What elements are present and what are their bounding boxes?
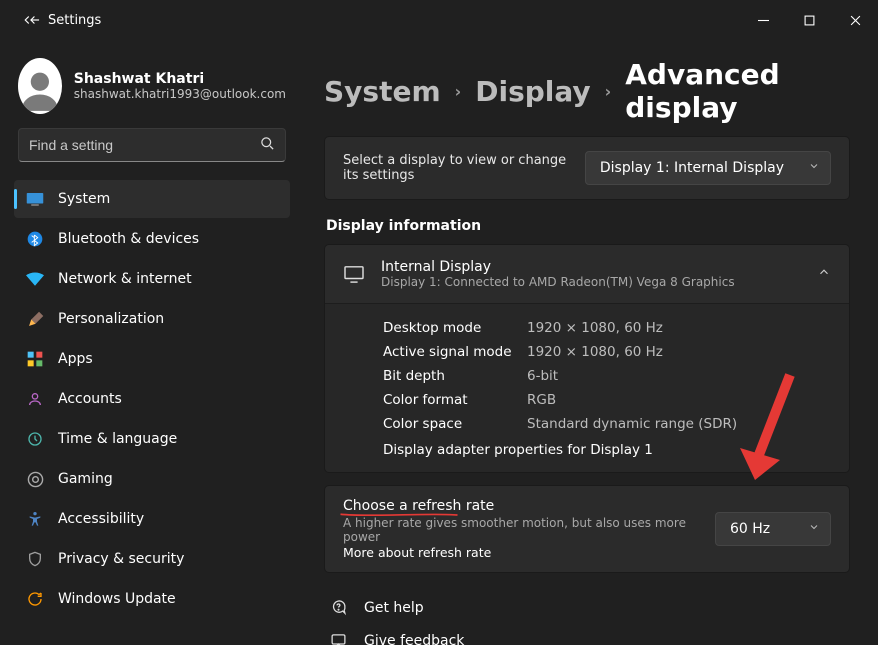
chevron-down-icon [808, 521, 820, 537]
breadcrumb: System › Display › Advanced display [324, 58, 850, 124]
bluetooth-icon [26, 230, 44, 248]
sidebar-item-gaming[interactable]: Gaming [14, 460, 290, 498]
person-icon [18, 64, 62, 114]
display-info-header[interactable]: Internal Display Display 1: Connected to… [325, 245, 849, 304]
chevron-right-icon: › [455, 82, 462, 101]
refresh-rate-more-link[interactable]: More about refresh rate [343, 545, 701, 560]
sidebar-item-apps[interactable]: Apps [14, 340, 290, 378]
refresh-rate-dropdown[interactable]: 60 Hz [715, 512, 831, 546]
sidebar-item-label: Time & language [58, 431, 177, 447]
info-row-color-format: Color format RGB [383, 388, 831, 412]
breadcrumb-display[interactable]: Display [475, 75, 590, 108]
sidebar-item-label: Gaming [58, 471, 113, 487]
display-information-heading: Display information [326, 218, 850, 234]
refresh-rate-description: A higher rate gives smoother motion, but… [343, 516, 701, 544]
gaming-icon [26, 470, 44, 488]
refresh-rate-title: Choose a refresh rate [343, 498, 494, 514]
display-selector-dropdown[interactable]: Display 1: Internal Display [585, 151, 831, 185]
chevron-down-icon [808, 160, 820, 176]
sidebar-item-privacy[interactable]: Privacy & security [14, 540, 290, 578]
sidebar-item-time-language[interactable]: Time & language [14, 420, 290, 458]
profile-block[interactable]: Shashwat Khatri shashwat.khatri1993@outl… [14, 52, 290, 128]
profile-name: Shashwat Khatri [74, 71, 286, 87]
monitor-icon [343, 265, 365, 283]
sidebar-item-system[interactable]: System [14, 180, 290, 218]
close-icon [850, 15, 861, 26]
sidebar-item-label: Privacy & security [58, 551, 184, 567]
refresh-rate-card: Choose a refresh rate A higher rate give… [324, 485, 850, 573]
display-selector-value: Display 1: Internal Display [600, 160, 784, 176]
display-info-title: Internal Display [381, 259, 801, 275]
sidebar-item-accessibility[interactable]: Accessibility [14, 500, 290, 538]
profile-email: shashwat.khatri1993@outlook.com [74, 87, 286, 101]
adapter-properties-link[interactable]: Display adapter properties for Display 1 [383, 436, 831, 458]
minimize-button[interactable] [740, 1, 786, 39]
search-input[interactable] [29, 137, 260, 153]
display-info-subtitle: Display 1: Connected to AMD Radeon(TM) V… [381, 275, 801, 289]
select-display-prompt: Select a display to view or change its s… [343, 153, 569, 183]
network-icon [26, 270, 44, 288]
give-feedback-label: Give feedback [364, 633, 464, 645]
accessibility-icon [26, 510, 44, 528]
info-row-bit-depth: Bit depth 6-bit [383, 364, 831, 388]
apps-icon [26, 350, 44, 368]
close-button[interactable] [832, 1, 878, 39]
get-help-label: Get help [364, 600, 424, 616]
sidebar-item-label: System [58, 191, 110, 207]
refresh-rate-value: 60 Hz [730, 521, 770, 537]
personalization-icon [26, 310, 44, 328]
display-info-card: Internal Display Display 1: Connected to… [324, 244, 850, 473]
arrow-left-icon [28, 13, 42, 27]
sidebar-item-label: Apps [58, 351, 93, 367]
avatar [18, 58, 62, 114]
maximize-button[interactable] [786, 1, 832, 39]
update-icon [26, 590, 44, 608]
info-row-color-space: Color space Standard dynamic range (SDR) [383, 412, 831, 436]
sidebar-item-label: Personalization [58, 311, 164, 327]
sidebar-item-label: Accounts [58, 391, 122, 407]
breadcrumb-advanced-display: Advanced display [625, 58, 850, 124]
accounts-icon [26, 390, 44, 408]
sidebar-item-label: Bluetooth & devices [58, 231, 199, 247]
sidebar-item-label: Network & internet [58, 271, 192, 287]
minimize-icon [758, 15, 769, 26]
feedback-icon [328, 632, 348, 645]
search-input-wrapper[interactable] [18, 128, 286, 162]
maximize-icon [804, 15, 815, 26]
sidebar-item-network[interactable]: Network & internet [14, 260, 290, 298]
search-icon [260, 136, 275, 155]
window-title: Settings [48, 13, 101, 28]
give-feedback-link[interactable]: Give feedback [328, 624, 850, 645]
info-row-active-signal: Active signal mode 1920 × 1080, 60 Hz [383, 340, 831, 364]
time-icon [26, 430, 44, 448]
breadcrumb-system[interactable]: System [324, 75, 441, 108]
select-display-card: Select a display to view or change its s… [324, 136, 850, 200]
privacy-icon [26, 550, 44, 568]
sidebar-item-label: Windows Update [58, 591, 176, 607]
sidebar-item-accounts[interactable]: Accounts [14, 380, 290, 418]
help-icon [328, 599, 348, 616]
sidebar-item-label: Accessibility [58, 511, 144, 527]
get-help-link[interactable]: Get help [328, 591, 850, 624]
chevron-up-icon [817, 265, 831, 283]
system-icon [26, 190, 44, 208]
sidebar-item-windows-update[interactable]: Windows Update [14, 580, 290, 618]
sidebar-item-bluetooth[interactable]: Bluetooth & devices [14, 220, 290, 258]
chevron-right-icon: › [605, 82, 612, 101]
sidebar-item-personalization[interactable]: Personalization [14, 300, 290, 338]
info-row-desktop-mode: Desktop mode 1920 × 1080, 60 Hz [383, 316, 831, 340]
